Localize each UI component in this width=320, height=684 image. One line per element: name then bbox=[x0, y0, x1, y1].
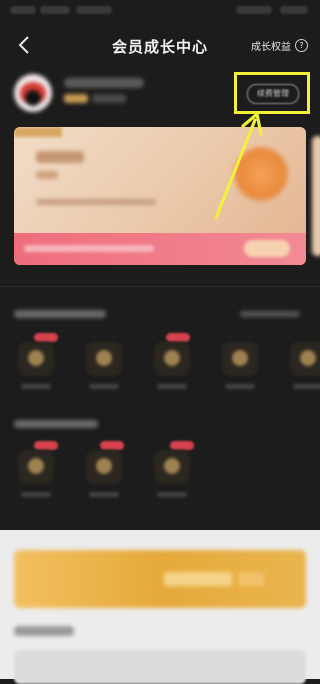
card-bottom-bar bbox=[14, 233, 306, 265]
benefit-item[interactable] bbox=[18, 450, 54, 484]
benefit-item[interactable] bbox=[154, 450, 190, 484]
level-info bbox=[92, 94, 126, 103]
section-divider bbox=[0, 286, 320, 287]
renew-management-button[interactable]: 续费管理 bbox=[247, 84, 299, 104]
status-indicator bbox=[76, 6, 112, 14]
avatar[interactable] bbox=[14, 74, 52, 112]
card-bottom-text bbox=[24, 245, 154, 252]
benefit-label bbox=[21, 384, 51, 389]
lower-section-title bbox=[14, 626, 74, 636]
card-action-button[interactable] bbox=[244, 240, 290, 257]
card-level-title bbox=[36, 151, 84, 163]
benefit-item[interactable] bbox=[290, 342, 320, 376]
benefit-label bbox=[89, 492, 119, 497]
section-title-1 bbox=[14, 310, 106, 318]
tag-badge bbox=[170, 441, 194, 450]
growth-benefits-link[interactable]: 成长权益 ? bbox=[251, 38, 308, 53]
card-description bbox=[36, 199, 156, 205]
network-indicator bbox=[40, 6, 70, 14]
top-nav: 会员成长中心 成长权益 ? bbox=[0, 22, 320, 68]
username bbox=[64, 78, 144, 88]
level-badge bbox=[64, 94, 88, 103]
benefit-item[interactable] bbox=[86, 450, 122, 484]
benefit-label bbox=[89, 384, 119, 389]
section-title-2 bbox=[14, 420, 98, 428]
benefit-item[interactable] bbox=[154, 342, 190, 376]
tag-badge bbox=[34, 333, 58, 342]
benefit-label bbox=[21, 492, 51, 497]
time-indicator bbox=[236, 6, 272, 14]
benefit-label bbox=[293, 384, 320, 389]
annotation-arrow-overlay bbox=[214, 112, 263, 220]
benefit-item[interactable] bbox=[222, 342, 258, 376]
signal-indicator bbox=[10, 6, 36, 14]
tag-badge bbox=[100, 441, 124, 450]
tag-badge bbox=[34, 441, 58, 450]
section-more-1[interactable] bbox=[240, 311, 300, 317]
growth-benefits-label: 成长权益 bbox=[251, 42, 291, 53]
tag-badge bbox=[166, 333, 190, 342]
question-circle-icon[interactable]: ? bbox=[295, 39, 308, 52]
next-card-peek[interactable] bbox=[312, 136, 320, 256]
benefit-item[interactable] bbox=[18, 342, 54, 376]
benefit-label bbox=[157, 492, 187, 497]
benefit-label bbox=[157, 384, 187, 389]
benefit-item[interactable] bbox=[86, 342, 122, 376]
lower-content bbox=[0, 530, 320, 684]
benefit-label bbox=[225, 384, 255, 389]
card-tag bbox=[14, 127, 62, 137]
promo-banner[interactable] bbox=[14, 550, 306, 608]
status-bar bbox=[0, 0, 320, 22]
card-level-sub bbox=[36, 171, 58, 179]
battery-indicator bbox=[280, 6, 308, 14]
